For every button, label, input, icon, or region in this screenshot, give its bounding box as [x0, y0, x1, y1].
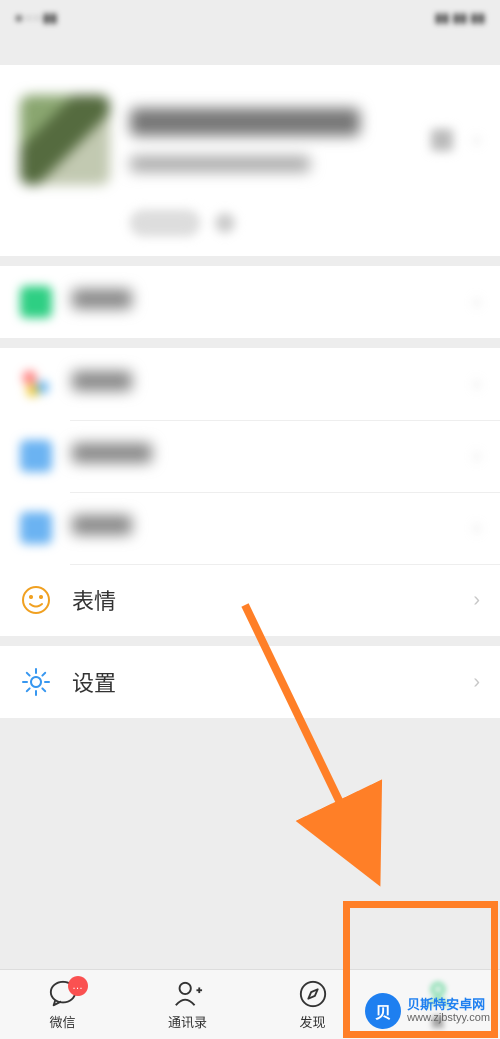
favorites-icon [20, 368, 52, 400]
tab-chat[interactable]: … 微信 [0, 970, 125, 1039]
profile-actions[interactable]: › [431, 129, 480, 152]
tab-label: 微信 [49, 1012, 75, 1031]
status-bar: ● ◦ ◦ ▮▮ ▮▮ ▮▮ ▮▮ [0, 0, 500, 35]
cards-icon [20, 512, 52, 544]
annotation-arrow [230, 595, 400, 895]
chevron-right-icon: › [473, 589, 480, 612]
qr-icon[interactable] [431, 129, 453, 151]
cell-group-services: › [0, 266, 500, 338]
cell-label: 表情 [72, 584, 473, 616]
tab-label: 通讯录 [168, 1012, 207, 1031]
tab-label: 发现 [299, 1012, 325, 1031]
cell-pay[interactable]: › [0, 266, 500, 338]
pay-icon [20, 286, 52, 318]
cell-favorites[interactable]: › [0, 348, 500, 420]
chevron-right-icon: › [473, 671, 480, 694]
watermark-brand: 贝斯特安卓网 [407, 997, 490, 1013]
profile-section[interactable]: › [0, 65, 500, 256]
cell-label [72, 371, 473, 397]
watermark-url: www.zjbstyy.com [407, 1012, 490, 1025]
status-right: ▮▮ ▮▮ ▮▮ [435, 10, 485, 26]
chevron-right-icon: › [473, 291, 480, 314]
chevron-right-icon: › [473, 129, 480, 152]
avatar[interactable] [20, 95, 110, 185]
profile-status-row[interactable] [130, 210, 480, 236]
tab-contacts[interactable]: 通讯录 [125, 970, 250, 1039]
emoji-icon [20, 584, 52, 616]
watermark: 贝 贝斯特安卓网 www.zjbstyy.com [365, 993, 490, 1029]
cell-group-settings: 设置 › [0, 646, 500, 718]
chevron-right-icon: › [473, 373, 480, 396]
gear-icon [20, 666, 52, 698]
tab-discover[interactable]: 发现 [250, 970, 375, 1039]
status-left: ● ◦ ◦ ▮▮ [15, 10, 57, 26]
chevron-right-icon: › [473, 445, 480, 468]
chevron-right-icon: › [473, 517, 480, 540]
cell-emoji[interactable]: 表情 › [0, 564, 500, 636]
cell-label [72, 289, 473, 315]
cell-label: 设置 [72, 666, 473, 698]
moments-icon [20, 440, 52, 472]
cell-moments[interactable]: › [0, 420, 500, 492]
cell-settings[interactable]: 设置 › [0, 646, 500, 718]
cell-cards[interactable]: › [0, 492, 500, 564]
cell-group-items: › › › 表情 › [0, 348, 500, 636]
cell-label [72, 515, 473, 541]
profile-info [130, 108, 411, 172]
unread-badge: … [68, 976, 88, 996]
contacts-icon [173, 979, 203, 1009]
cell-label [72, 443, 473, 469]
watermark-logo-icon: 贝 [365, 993, 401, 1029]
compass-icon [298, 979, 328, 1009]
